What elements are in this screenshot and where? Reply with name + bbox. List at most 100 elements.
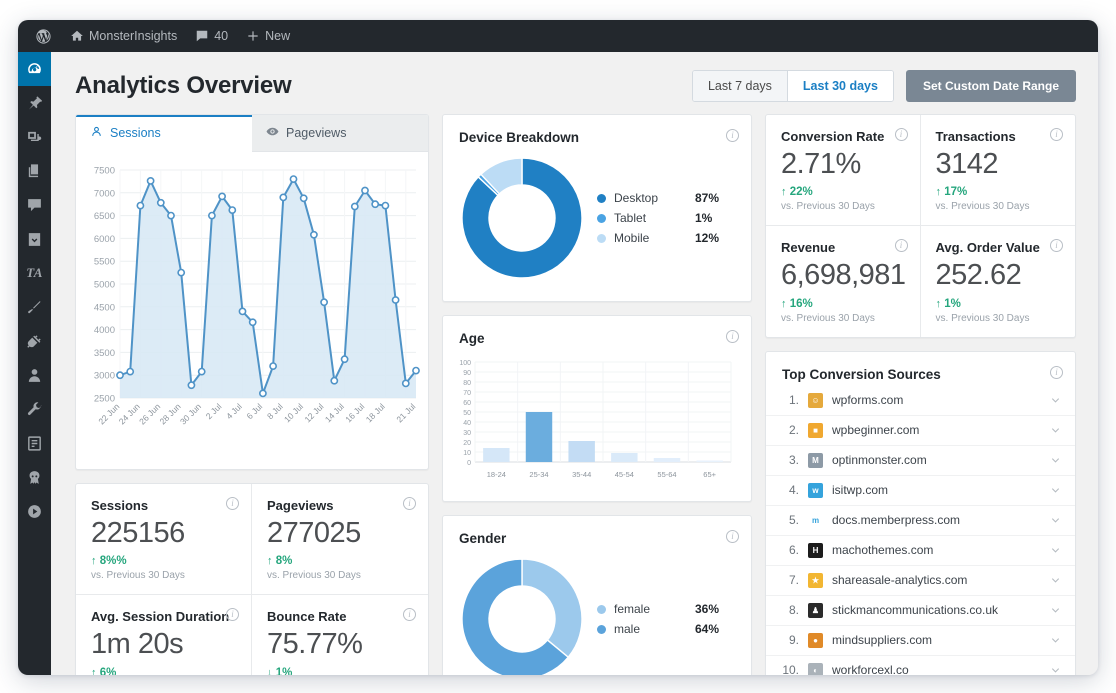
- legend-color-dot: [597, 213, 606, 223]
- conversion-source-row[interactable]: 3. Moptinmonster.com: [766, 444, 1075, 475]
- chevron-down-icon[interactable]: [1050, 515, 1061, 526]
- sidebar-item-plugins[interactable]: [18, 324, 51, 358]
- conversion-source-row[interactable]: 2. ■ wpbeginner.com: [766, 414, 1075, 445]
- info-icon[interactable]: i: [1050, 239, 1063, 253]
- new-content-menu[interactable]: New: [237, 20, 299, 52]
- svg-text:90: 90: [463, 370, 471, 377]
- tab-pageviews[interactable]: Pageviews: [252, 115, 428, 152]
- sidebar-item-forms[interactable]: [18, 426, 51, 460]
- user-icon: [90, 125, 103, 141]
- users-icon: [26, 367, 43, 384]
- stat-card: Sessions i 225156 ↑ 8%% vs. Previous 30 Days: [76, 484, 252, 596]
- chevron-down-icon[interactable]: [1050, 485, 1061, 496]
- conversion-source-row[interactable]: 8. ♟ stickmancommunications.co.uk: [766, 594, 1075, 625]
- date-range-last-7-days[interactable]: Last 7 days: [692, 71, 787, 101]
- svg-text:45-54: 45-54: [615, 470, 634, 479]
- sidebar-item-appearance[interactable]: [18, 290, 51, 324]
- sidebar-item-users[interactable]: [18, 358, 51, 392]
- date-range-last-30-days[interactable]: Last 30 days: [786, 71, 893, 101]
- wordpress-logo-icon[interactable]: [26, 20, 61, 52]
- stat-value: 252.62: [935, 259, 1022, 292]
- info-icon[interactable]: i: [226, 497, 239, 510]
- info-icon[interactable]: i: [726, 530, 739, 543]
- chevron-down-icon[interactable]: [1050, 635, 1061, 646]
- plus-icon: [246, 29, 260, 43]
- gender-legend: female 36% male 64%: [587, 599, 737, 639]
- traffic-chart-card: Sessions Pageviews 2500 3000 3500 4000 4500 5…: [75, 114, 429, 470]
- svg-text:40: 40: [463, 420, 471, 427]
- info-icon[interactable]: i: [894, 239, 908, 253]
- info-icon[interactable]: i: [726, 129, 739, 142]
- legend-value: 12%: [695, 231, 720, 245]
- sidebar-item-monsterinsights[interactable]: [18, 460, 51, 494]
- svg-text:3500: 3500: [94, 348, 115, 359]
- monster-icon: [26, 469, 43, 486]
- chevron-down-icon[interactable]: [1050, 395, 1061, 406]
- legend-label: Desktop: [614, 191, 659, 205]
- svg-text:80: 80: [463, 380, 471, 387]
- chevron-down-icon[interactable]: [1050, 605, 1061, 616]
- conversion-source-row[interactable]: 1. ☺ wpforms.com: [766, 386, 1075, 415]
- tab-sessions-label: Sessions: [110, 126, 161, 140]
- sessions-chart-svg: 2500300035004000450050005500600065007000…: [94, 166, 420, 426]
- stat-card: Conversion Rate i 2.71% ↑ 22% vs. Previous 3…: [766, 115, 921, 227]
- sidebar-item-tools[interactable]: [18, 392, 51, 426]
- info-icon[interactable]: i: [894, 128, 908, 141]
- source-favicon-icon: ◐: [808, 662, 823, 675]
- info-icon[interactable]: i: [403, 497, 416, 510]
- chevron-down-icon[interactable]: [1050, 425, 1061, 436]
- stat-card: Avg. Order Value i 252.62 ↑ 1% vs. Previous …: [921, 226, 1075, 336]
- stat-delta: ↑ 22%: [781, 186, 813, 199]
- comments-menu[interactable]: 40: [186, 20, 237, 52]
- site-name-label: MonsterInsights: [89, 29, 178, 43]
- conversion-source-row[interactable]: 5. m docs.memberpress.com: [766, 504, 1075, 535]
- source-favicon-icon: ★: [808, 572, 823, 588]
- chevron-down-icon[interactable]: [1050, 455, 1061, 466]
- arrow-down-icon: ↓: [267, 666, 273, 675]
- tab-sessions[interactable]: Sessions: [76, 115, 252, 152]
- set-custom-date-range-button[interactable]: Set Custom Date Range: [905, 70, 1076, 102]
- chevron-down-icon[interactable]: [1050, 575, 1061, 586]
- right-stats-card: Conversion Rate i 2.71% ↑ 22% vs. Previous 3…: [765, 114, 1076, 338]
- stat-delta: ↓ 1%: [267, 667, 414, 675]
- device-breakdown-legend: Desktop 87% Tablet 1% Mobile 12%: [587, 188, 737, 248]
- stat-label: Transactions: [935, 129, 1016, 144]
- sidebar-item-posts[interactable]: [18, 86, 51, 120]
- svg-text:6000: 6000: [94, 234, 115, 245]
- svg-text:6 Jul: 6 Jul: [245, 401, 265, 421]
- info-icon[interactable]: i: [1050, 365, 1063, 379]
- sidebar-item-dashboard[interactable]: [18, 52, 51, 86]
- sidebar-item-collapse[interactable]: [18, 494, 51, 528]
- source-domain: machothemes.com: [832, 543, 934, 558]
- conversion-source-row[interactable]: 10. ◐ workforcexl.co: [766, 654, 1075, 675]
- sidebar-item-typography[interactable]: TA: [18, 256, 51, 290]
- svg-text:10: 10: [463, 450, 471, 457]
- conversion-source-row[interactable]: 4. w isitwp.com: [766, 474, 1075, 505]
- conversion-source-row[interactable]: 7. ★ shareasale-analytics.com: [766, 564, 1075, 595]
- source-domain: wpforms.com: [832, 393, 904, 408]
- right-column: Conversion Rate i 2.71% ↑ 22% vs. Previous 3…: [765, 114, 1076, 675]
- info-icon[interactable]: i: [1050, 128, 1063, 141]
- sidebar-item-downloads[interactable]: [18, 222, 51, 256]
- stat-label: Conversion Rate: [781, 129, 885, 144]
- source-favicon-icon: w: [808, 482, 823, 498]
- site-name-menu[interactable]: MonsterInsights: [61, 20, 186, 52]
- source-domain: stickmancommunications.co.uk: [832, 603, 999, 618]
- conversion-source-row[interactable]: 6. Hmachothemes.com: [766, 534, 1075, 565]
- chevron-down-icon[interactable]: [1050, 665, 1061, 675]
- svg-text:20: 20: [463, 440, 471, 447]
- sidebar-item-comments[interactable]: [18, 188, 51, 222]
- sidebar-item-pages[interactable]: [18, 154, 51, 188]
- sidebar-item-media[interactable]: [18, 120, 51, 154]
- info-icon[interactable]: i: [226, 608, 239, 622]
- arrow-up-icon: ↑: [781, 186, 787, 199]
- age-card: Age i 0 10 20 30 40 50 60 70 80 90 100 18-24 25-34 35…: [442, 315, 752, 502]
- chevron-down-icon[interactable]: [1050, 545, 1061, 556]
- info-icon[interactable]: i: [403, 608, 416, 622]
- conversion-source-row[interactable]: 9. ● mindsuppliers.com: [766, 624, 1075, 655]
- legend-label: male: [614, 622, 641, 636]
- stat-delta: ↑ 6%: [91, 667, 237, 675]
- info-icon[interactable]: i: [726, 330, 739, 343]
- stat-card: Bounce Ratei75.77%↓ 1%vs. Previous 30 Da…: [252, 595, 428, 675]
- svg-text:2 Jul: 2 Jul: [204, 401, 224, 421]
